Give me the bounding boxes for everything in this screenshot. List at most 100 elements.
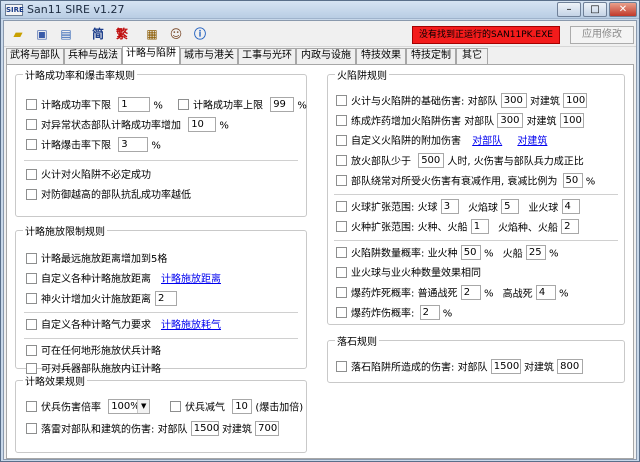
tab-other[interactable]: 其它 xyxy=(456,48,488,64)
vs-unit-label: 对部队 xyxy=(467,96,498,108)
custom-range-row: 自定义各种计略施放距离 计略施放距离 xyxy=(26,272,221,288)
firebrand-label: 火种、火船 xyxy=(417,222,468,234)
extra-unit-link[interactable]: 对部队 xyxy=(472,136,502,147)
decay-checkbox[interactable] xyxy=(336,175,347,186)
tab-works[interactable]: 工事与光环 xyxy=(238,48,296,64)
morale-cost-link[interactable]: 计略施放耗气 xyxy=(161,320,221,331)
min-rate-input[interactable]: 1 xyxy=(118,97,151,112)
rockfall-unit-input[interactable]: 1500 xyxy=(190,421,219,436)
save-icon[interactable]: ▣ xyxy=(32,25,52,43)
fireship-input[interactable]: 25 xyxy=(525,245,546,260)
custom-morale-checkbox[interactable] xyxy=(26,318,37,330)
explosive-checkbox[interactable] xyxy=(336,115,347,126)
blast-kill-checkbox[interactable] xyxy=(336,287,347,298)
blast-injure-input[interactable]: 2 xyxy=(419,305,440,320)
tab-skill-custom[interactable]: 特技定制 xyxy=(406,48,456,64)
rock-damage-checkbox[interactable] xyxy=(336,361,347,372)
any-terrain-row: 可在任何地形施放伏兵计略 xyxy=(26,344,161,360)
custom-range-checkbox[interactable] xyxy=(26,272,37,284)
tab-generals[interactable]: 武将与部队 xyxy=(6,48,64,64)
fire-note-row: 火计对火陷阱不必定成功 xyxy=(26,168,151,184)
base-damage-row: 火计与火陷阱的基础伤害: 对部队 300 对建筑 100 xyxy=(336,93,588,110)
crit-checkbox[interactable] xyxy=(26,139,37,150)
tab-cities[interactable]: 城市与港关 xyxy=(180,48,238,64)
ambush-morale-label: 伏兵减气 xyxy=(185,402,225,414)
flameball-input[interactable]: 5 xyxy=(501,199,520,214)
chevron-down-icon[interactable]: ▼ xyxy=(137,400,150,413)
normal-death-input[interactable]: 2 xyxy=(460,285,481,300)
decay-label: 部队绕常对所受火伤害有衰减作用, 衰减比例为 xyxy=(351,176,558,188)
firebrand-input[interactable]: 1 xyxy=(470,219,489,234)
trap-count-checkbox[interactable] xyxy=(336,247,347,258)
fire-note-checkbox[interactable] xyxy=(26,168,37,180)
max-rate-checkbox[interactable] xyxy=(178,99,189,110)
custom-extra-checkbox[interactable] xyxy=(336,134,347,146)
app-icon: SIRE xyxy=(5,4,24,16)
small-unit-input[interactable]: 500 xyxy=(418,153,445,168)
ambush-select[interactable]: 100% ▼ xyxy=(108,399,151,414)
max-range-checkbox[interactable] xyxy=(26,252,37,264)
rock-building-input[interactable]: 800 xyxy=(557,359,584,374)
max-rate-row: 计略成功率上限 99 % xyxy=(178,97,307,114)
portrait-icon[interactable]: ☺ xyxy=(166,25,186,43)
tab-skill-effects[interactable]: 特技效果 xyxy=(356,48,406,64)
export-icon[interactable]: ▤ xyxy=(56,25,76,43)
decay-input[interactable]: 50 xyxy=(562,173,583,188)
defense-note-row: 对防御越高的部队抗乱成功率越低 xyxy=(26,188,191,204)
siege-infight-checkbox[interactable] xyxy=(26,362,37,374)
traditional-chinese-button[interactable]: 繁 xyxy=(112,25,132,43)
tab-strategy[interactable]: 计略与陷阱 xyxy=(122,46,180,64)
base-damage-unit-input[interactable]: 300 xyxy=(500,93,527,108)
firebrand-range-row: 火种扩张范围: 火种、火船 1 火焰种、火船 2 xyxy=(336,219,580,236)
tab-troops[interactable]: 兵种与战法 xyxy=(64,48,122,64)
extra-building-link[interactable]: 对建筑 xyxy=(517,136,547,147)
hellbrand-input[interactable]: 50 xyxy=(460,245,481,260)
base-damage-checkbox[interactable] xyxy=(336,95,347,106)
fireball-input[interactable]: 3 xyxy=(440,199,459,214)
any-terrain-checkbox[interactable] xyxy=(26,344,37,356)
min-rate-checkbox[interactable] xyxy=(26,99,37,110)
minimize-button[interactable]: – xyxy=(557,2,581,17)
flamebrand-input[interactable]: 2 xyxy=(561,219,580,234)
divider xyxy=(24,338,298,339)
cast-range-link[interactable]: 计略施放距离 xyxy=(161,274,221,285)
high-death-input[interactable]: 4 xyxy=(535,285,556,300)
divine-fire-label: 神火计增加火计施放距离 xyxy=(41,294,151,306)
divider xyxy=(24,160,298,161)
ambush-morale-input[interactable]: 10 xyxy=(232,399,253,414)
ambush-morale-checkbox[interactable] xyxy=(170,401,181,412)
min-rate-row: 计略成功率下限 1 % xyxy=(26,97,163,114)
divine-fire-input[interactable]: 2 xyxy=(155,291,177,306)
small-unit-checkbox[interactable] xyxy=(336,155,347,166)
abnormal-checkbox[interactable] xyxy=(26,119,37,130)
folder-open-icon[interactable]: ▰ xyxy=(8,25,28,43)
close-button[interactable]: ✕ xyxy=(609,2,637,17)
info-icon[interactable]: ⓘ xyxy=(190,25,210,43)
divine-fire-checkbox[interactable] xyxy=(26,293,37,304)
max-rate-input[interactable]: 99 xyxy=(270,97,295,112)
tab-domestic[interactable]: 内政与设施 xyxy=(296,48,356,64)
rockfall-row: 落雷对部队和建筑的伤害: 对部队 1500 对建筑 700 xyxy=(26,421,280,438)
title-bar[interactable]: SIRE San11 SIRE v1.27 – □ ✕ xyxy=(1,1,639,19)
rockfall-checkbox[interactable] xyxy=(26,423,37,434)
calculator-icon[interactable]: ▦ xyxy=(142,25,162,43)
ambush-checkbox[interactable] xyxy=(26,401,37,412)
base-damage-building-input[interactable]: 100 xyxy=(563,93,588,108)
defense-note-checkbox[interactable] xyxy=(26,188,37,200)
explosive-building-input[interactable]: 100 xyxy=(559,113,584,128)
rock-unit-input[interactable]: 1500 xyxy=(490,359,521,374)
abnormal-input[interactable]: 10 xyxy=(188,117,217,132)
maximize-button[interactable]: □ xyxy=(583,2,607,17)
group-title: 计略效果规则 xyxy=(25,377,85,388)
ambush-select-value: 100% xyxy=(111,401,140,412)
hellball-input[interactable]: 4 xyxy=(561,199,580,214)
apply-button[interactable]: 应用修改 xyxy=(570,26,634,44)
blast-injure-checkbox[interactable] xyxy=(336,307,347,318)
same-effect-checkbox[interactable] xyxy=(336,266,347,278)
explosive-unit-input[interactable]: 300 xyxy=(497,113,524,128)
crit-input[interactable]: 3 xyxy=(118,137,149,152)
firebrand-range-checkbox[interactable] xyxy=(336,221,347,232)
rockfall-building-input[interactable]: 700 xyxy=(255,421,280,436)
simplified-chinese-button[interactable]: 简 xyxy=(88,25,108,43)
fireball-range-checkbox[interactable] xyxy=(336,201,347,212)
